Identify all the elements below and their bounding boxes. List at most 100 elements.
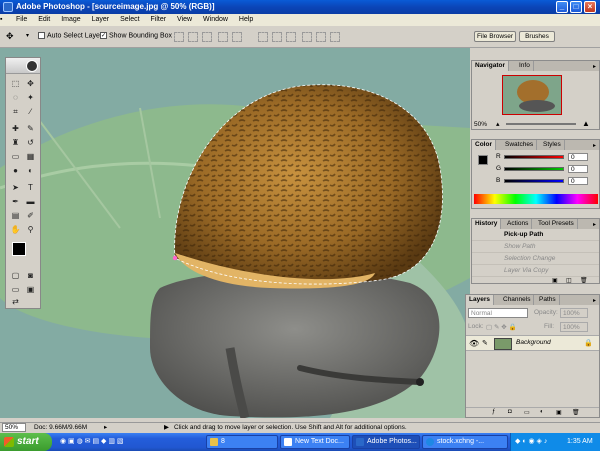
tab-navigator[interactable]: Navigator <box>472 61 509 71</box>
history-item[interactable]: Selection Change <box>472 253 599 265</box>
panel-menu-icon[interactable]: ▸ <box>593 296 596 306</box>
distribute-top-icon[interactable] <box>258 32 268 42</box>
status-zoom[interactable]: 50% <box>2 423 26 432</box>
tray-icons[interactable]: ◆ ◐ ◉ ◈ ♪ <box>515 433 547 451</box>
adobe-online-icon[interactable] <box>26 60 38 72</box>
tab-tool-presets[interactable]: Tool Presets <box>535 219 578 229</box>
history-item[interactable]: Show Path <box>472 241 599 253</box>
red-slider[interactable] <box>504 155 564 159</box>
tab-info[interactable]: Info <box>516 61 534 71</box>
marquee-tool-icon[interactable]: ⬚ <box>9 78 22 90</box>
hand-tool-icon[interactable]: ✋ <box>9 224 22 236</box>
move-tool-icon[interactable]: ✥ <box>6 31 14 42</box>
magic-wand-icon[interactable]: ✦ <box>24 92 37 104</box>
red-value[interactable]: 0 <box>568 153 588 161</box>
brushes-tab[interactable]: Brushes <box>519 31 555 42</box>
align-vcenter-icon[interactable] <box>188 32 198 42</box>
shape-tool-icon[interactable]: ▬ <box>24 196 37 208</box>
notes-tool-icon[interactable]: ▤ <box>9 210 22 222</box>
blend-mode-select[interactable]: Normal <box>468 308 528 318</box>
menu-edit[interactable]: Edit <box>38 16 50 23</box>
standard-mode-icon[interactable]: ▢ <box>9 270 22 282</box>
history-item[interactable]: Pick-up Path <box>472 229 599 241</box>
tool-preset-dropdown-icon[interactable]: ▾ <box>26 32 29 39</box>
crop-tool-icon[interactable]: ⌗ <box>9 106 22 118</box>
path-selection-icon[interactable]: ➤ <box>9 182 22 194</box>
maximize-button[interactable]: □ <box>570 1 582 13</box>
menu-filter[interactable]: Filter <box>151 16 167 23</box>
menu-help[interactable]: Help <box>239 16 253 23</box>
clone-stamp-icon[interactable]: ♜ <box>9 137 22 149</box>
tab-styles[interactable]: Styles <box>540 140 565 150</box>
zoom-slider[interactable] <box>506 123 576 125</box>
document-canvas[interactable] <box>0 48 470 418</box>
show-bounding-box-checkbox[interactable]: ✓ Show Bounding Box <box>100 32 172 39</box>
fill-value[interactable]: 100% <box>560 322 588 332</box>
history-brush-icon[interactable]: ↺ <box>24 137 37 149</box>
align-hcenter-icon[interactable] <box>232 32 242 42</box>
zoom-out-icon[interactable]: ▴ <box>496 120 500 128</box>
move-tool-icon[interactable]: ✥ <box>24 78 37 90</box>
foreground-color-chip[interactable] <box>478 155 488 165</box>
brush-tool-icon[interactable]: ✎ <box>24 123 37 135</box>
tab-actions[interactable]: Actions <box>504 219 533 229</box>
quicklaunch-icons[interactable]: ◉ ▣ ◍ ✉ ▤ ◆ ▥ ▧ <box>60 437 124 445</box>
navigator-thumbnail[interactable] <box>502 75 562 115</box>
layer-name[interactable]: Background <box>516 339 551 346</box>
eye-icon[interactable]: 👁 <box>469 339 479 348</box>
lock-icons[interactable]: ▢ ✎ ✥ 🔒 <box>486 323 517 331</box>
tab-swatches[interactable]: Swatches <box>502 140 538 150</box>
clock[interactable]: 1:35 AM <box>567 433 593 451</box>
taskbar-item[interactable]: New Text Doc... <box>280 435 350 449</box>
zoom-tool-icon[interactable]: ⚲ <box>24 224 37 236</box>
green-value[interactable]: 0 <box>568 165 588 173</box>
panel-menu-icon[interactable]: ▸ <box>593 62 596 72</box>
tab-color[interactable]: Color <box>472 140 496 150</box>
new-document-icon[interactable]: ▣ <box>552 277 558 283</box>
tab-paths[interactable]: Paths <box>536 295 560 305</box>
zoom-in-icon[interactable]: ▲ <box>582 119 590 128</box>
foreground-color-swatch[interactable] <box>12 242 26 256</box>
blue-value[interactable]: 0 <box>568 177 588 185</box>
close-button[interactable]: × <box>584 1 596 13</box>
new-set-icon[interactable]: ▭ <box>524 409 530 416</box>
color-ramp[interactable] <box>474 194 598 204</box>
full-screen-icon[interactable]: ▣ <box>24 284 37 296</box>
add-mask-icon[interactable]: ◘ <box>508 409 512 415</box>
quick-mask-icon[interactable]: ◙ <box>24 270 37 282</box>
document-icon[interactable]: ▪ <box>0 14 12 26</box>
taskbar-item[interactable]: stock.xchng -... <box>422 435 508 449</box>
taskbar-item[interactable]: 8 <box>206 435 278 449</box>
new-snapshot-icon[interactable]: ◫ <box>566 277 572 283</box>
align-left-icon[interactable] <box>218 32 228 42</box>
align-bottom-icon[interactable] <box>202 32 212 42</box>
blue-slider[interactable] <box>504 179 564 183</box>
history-item[interactable]: Layer Via Copy <box>472 265 599 277</box>
brush-link-icon[interactable]: ✎ <box>482 339 488 347</box>
file-browser-tab[interactable]: File Browser <box>474 31 516 42</box>
opacity-value[interactable]: 100% <box>560 308 588 318</box>
pen-tool-icon[interactable]: ✒ <box>9 196 22 208</box>
menu-select[interactable]: Select <box>120 16 139 23</box>
lasso-tool-icon[interactable]: ◌ <box>9 92 22 104</box>
eyedropper-tool-icon[interactable]: ✐ <box>24 210 37 222</box>
type-tool-icon[interactable]: T <box>24 182 37 194</box>
layer-row-background[interactable]: 👁 ✎ Background 🔒 <box>466 335 599 351</box>
status-arrow-icon[interactable]: ▸ <box>104 423 107 433</box>
eraser-tool-icon[interactable]: ▭ <box>9 151 22 163</box>
green-slider[interactable] <box>504 167 564 171</box>
menu-view[interactable]: View <box>177 16 192 23</box>
distribute-hcenter-icon[interactable] <box>316 32 326 42</box>
distribute-bottom-icon[interactable] <box>286 32 296 42</box>
trash-icon[interactable]: 🗑 <box>580 277 588 283</box>
tab-history[interactable]: History <box>472 219 502 229</box>
tab-channels[interactable]: Channels <box>500 295 535 305</box>
start-button[interactable]: start <box>0 433 52 451</box>
standard-screen-icon[interactable]: ▭ <box>9 284 22 296</box>
tab-layers[interactable]: Layers <box>466 295 494 305</box>
distribute-vcenter-icon[interactable] <box>272 32 282 42</box>
minimize-button[interactable]: _ <box>556 1 568 13</box>
new-layer-icon[interactable]: ▣ <box>556 409 562 416</box>
slice-tool-icon[interactable]: ∕ <box>24 106 37 118</box>
delete-layer-icon[interactable]: 🗑 <box>572 409 580 416</box>
